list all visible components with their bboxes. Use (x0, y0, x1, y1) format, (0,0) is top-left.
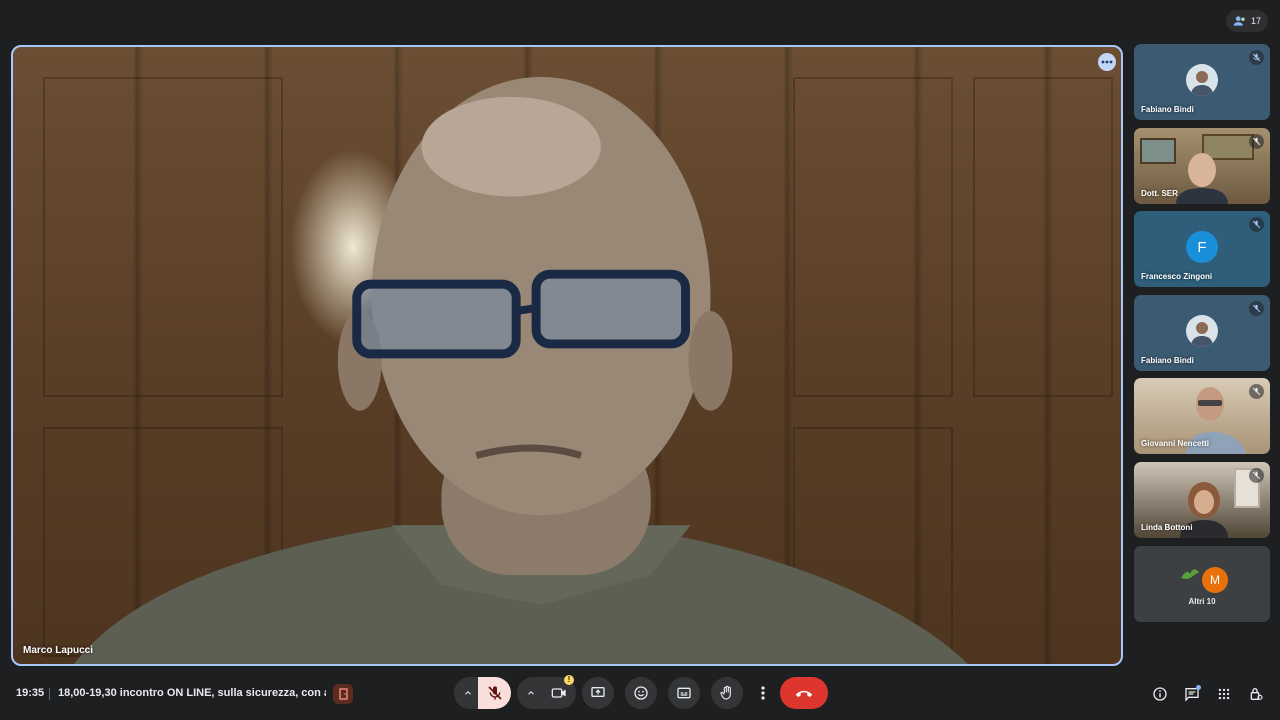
activities-icon (1218, 688, 1230, 700)
participant-tile[interactable]: F Francesco Zingoni (1134, 211, 1270, 288)
others-label: Altri 10 (1188, 596, 1216, 606)
avatar (1186, 314, 1218, 347)
speaker-video (74, 76, 968, 664)
participant-tile[interactable]: Dott. SER (1134, 127, 1270, 204)
breakout-room-button[interactable] (333, 684, 353, 704)
door-icon (338, 688, 348, 700)
participant-name: Dott. SER (1141, 188, 1178, 198)
reactions-button[interactable] (625, 677, 657, 709)
activities-button[interactable] (1215, 685, 1233, 703)
raise-hand-icon (720, 685, 731, 700)
participant-tile[interactable]: Linda Bottoni (1134, 461, 1270, 538)
tile-more-options-button[interactable] (1098, 53, 1116, 71)
captions-button[interactable] (668, 677, 700, 709)
participant-name: Linda Bottoni (1141, 522, 1193, 532)
participant-name: Fabiano Bindi (1141, 355, 1194, 365)
plant-avatar-icon (1181, 568, 1199, 579)
notification-dot (1196, 685, 1201, 690)
present-icon (591, 687, 605, 697)
meeting-title[interactable]: 18,00-19,30 incontro ON LINE, sulla sicu… (58, 687, 326, 699)
participant-name: Giovanni Nencetti (1141, 439, 1210, 449)
main-speaker-tile[interactable]: Marco Lapucci (11, 45, 1123, 666)
mic-off-icon (1249, 300, 1264, 316)
info-icon (1153, 687, 1167, 701)
participant-video (1176, 152, 1228, 204)
captions-icon (677, 687, 691, 699)
mic-off-icon (1249, 384, 1264, 400)
chevron-up-icon (528, 691, 534, 695)
participant-name: Fabiano Bindi (1141, 105, 1194, 114)
meeting-details-button[interactable] (1151, 685, 1169, 703)
main-speaker-name: Marco Lapucci (23, 645, 94, 656)
microphone-toggle-button[interactable] (478, 677, 511, 709)
participant-sidebar: Fabiano Bindi Dott. SER F Francesco Zing… (1134, 44, 1270, 629)
camera-icon (551, 688, 566, 698)
host-controls-button[interactable] (1247, 685, 1265, 703)
avatar: F (1186, 231, 1218, 264)
present-screen-button[interactable] (582, 677, 614, 709)
lock-icon (1250, 688, 1263, 700)
warning-icon: ! (564, 675, 574, 685)
chevron-up-icon (465, 691, 471, 695)
more-horiz-icon (1101, 60, 1113, 64)
chat-button[interactable] (1183, 685, 1201, 703)
avatar-photo-icon (1191, 321, 1213, 347)
others-tile[interactable]: M Altri 10 (1134, 545, 1270, 622)
clock: 19:35 (16, 687, 45, 699)
participant-tile[interactable]: Fabiano Bindi (1134, 294, 1270, 371)
participant-tile[interactable]: Fabiano Bindi (1134, 44, 1270, 120)
emoji-icon (634, 686, 648, 700)
wall-picture (1140, 137, 1176, 164)
mic-off-icon (1249, 217, 1264, 233)
raise-hand-button[interactable] (711, 677, 743, 709)
camera-toggle-button[interactable]: ! (541, 675, 576, 709)
avatar (1186, 64, 1218, 96)
avatar: M (1202, 566, 1228, 593)
participant-name: Francesco Zingoni (1141, 272, 1213, 282)
bottom-bar: 19:35 18,00-19,30 incontro ON LINE, sull… (0, 670, 1280, 720)
participant-tile[interactable]: Giovanni Nencetti (1134, 378, 1270, 455)
leave-call-button[interactable] (780, 677, 828, 709)
more-vert-icon (761, 686, 765, 700)
more-options-button[interactable] (754, 677, 772, 709)
avatar-photo-icon (1191, 71, 1213, 96)
participants-chip[interactable]: 17 (1226, 10, 1268, 32)
participants-count: 17 (1250, 16, 1261, 26)
mic-off-icon (487, 686, 502, 700)
call-end-icon (795, 690, 813, 698)
mic-off-icon (1249, 133, 1264, 149)
divider (49, 688, 50, 700)
mic-off-icon (1249, 467, 1264, 483)
mic-off-icon (1249, 50, 1264, 65)
people-icon (1233, 16, 1245, 26)
